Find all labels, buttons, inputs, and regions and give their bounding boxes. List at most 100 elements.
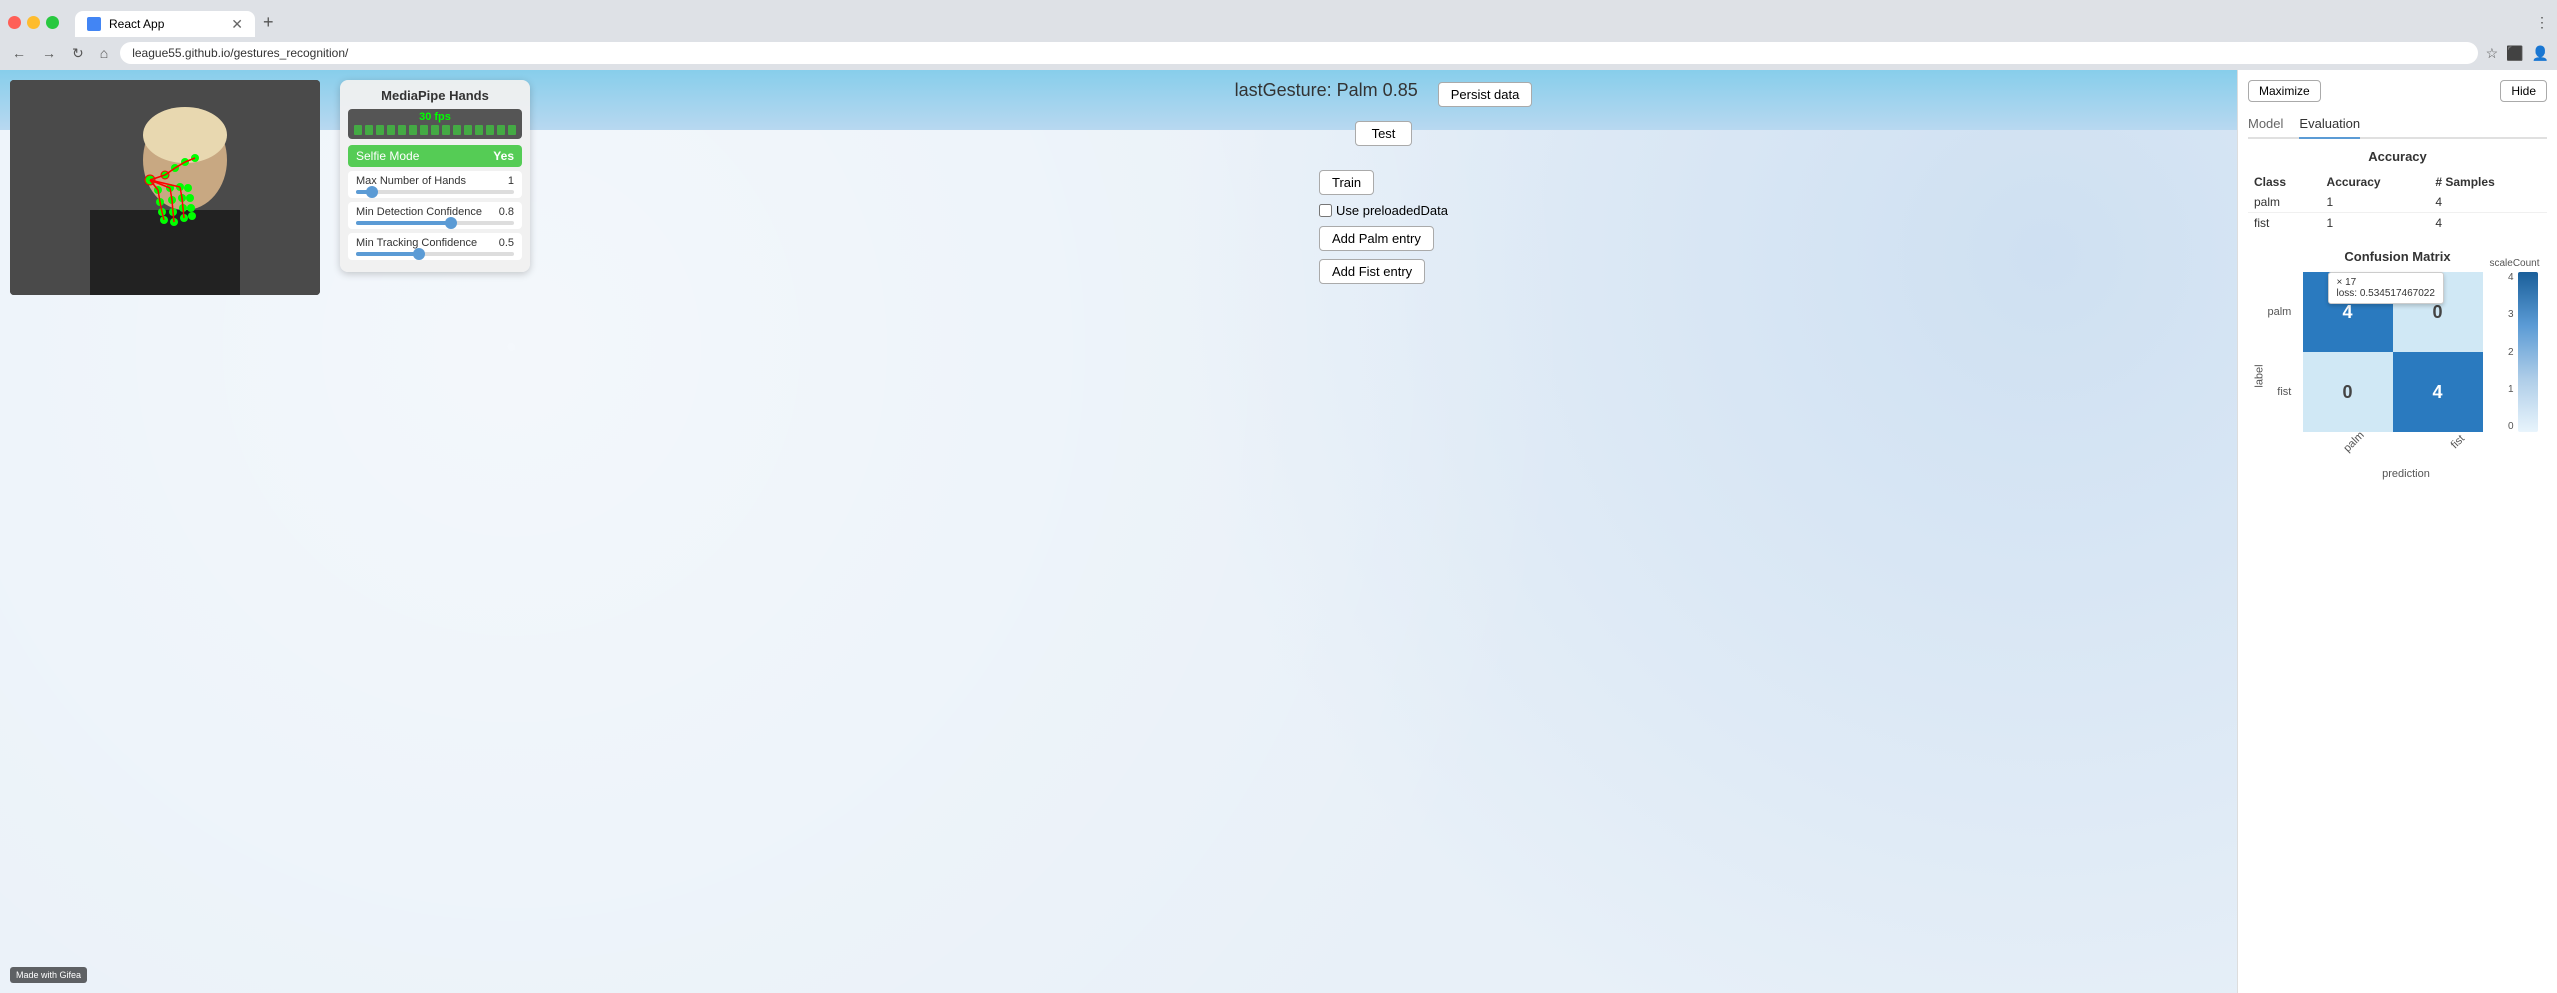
tracking-confidence-slider-track[interactable] (356, 252, 514, 256)
confusion-matrix-wrapper: 4 3 2 1 0 scaleCount label palm fist (2258, 272, 2538, 480)
y-labels: palm fist (2268, 272, 2292, 432)
home-button[interactable]: ⌂ (96, 43, 112, 63)
minimize-window-button[interactable] (27, 16, 40, 29)
fps-tick (464, 125, 472, 135)
use-preloaded-label[interactable]: Use preloadedData (1319, 203, 1448, 218)
tooltip-loss: loss: 0.534517467022 (2337, 288, 2435, 299)
scale-title: scaleCount (2489, 258, 2539, 269)
accuracy-title: Accuracy (2248, 149, 2547, 164)
y-axis-title: label (2253, 364, 2265, 387)
col-accuracy: Accuracy (2321, 172, 2430, 192)
maximize-window-button[interactable] (46, 16, 59, 29)
detection-confidence-slider-fill (356, 221, 451, 225)
add-palm-entry-button[interactable]: Add Palm entry (1319, 226, 1434, 251)
right-panel-header: Maximize Hide (2248, 80, 2547, 102)
accuracy-palm: 1 (2321, 192, 2430, 213)
fps-tick (508, 125, 516, 135)
fps-tick (376, 125, 384, 135)
fps-display: 30 fps (348, 109, 522, 139)
confusion-matrix-grid: × 17 loss: 0.534517467022 4 0 (2303, 272, 2510, 432)
scale-label-4: 4 (2508, 272, 2514, 283)
detection-confidence-value: 0.8 (499, 206, 514, 218)
tracking-confidence-label: Min Tracking Confidence (356, 237, 477, 249)
gifea-badge: Made with Gifea (10, 967, 87, 983)
selfie-mode-row: Selfie Mode Yes (348, 145, 522, 167)
extensions-button[interactable]: ⬛ (2506, 45, 2523, 62)
tracking-confidence-value: 0.5 (499, 237, 514, 249)
fps-tick (475, 125, 483, 135)
close-window-button[interactable] (8, 16, 21, 29)
right-panel: Maximize Hide Model Evaluation Accuracy … (2237, 70, 2557, 993)
mediapipe-title: MediaPipe Hands (348, 88, 522, 103)
x-axis-title: prediction (2303, 468, 2510, 480)
detection-confidence-slider-row: Min Detection Confidence 0.8 (348, 202, 522, 229)
max-hands-slider-thumb[interactable] (366, 186, 378, 198)
col-class: Class (2248, 172, 2321, 192)
table-row: palm 1 4 (2248, 192, 2547, 213)
class-palm: palm (2248, 192, 2321, 213)
refresh-button[interactable]: ↻ (68, 43, 88, 64)
tracking-confidence-slider-fill (356, 252, 419, 256)
slider-row-top: Max Number of Hands 1 (356, 175, 514, 187)
tab-favicon (87, 17, 101, 31)
train-button[interactable]: Train (1319, 170, 1374, 195)
back-button[interactable]: ← (8, 43, 30, 63)
use-preloaded-checkbox[interactable] (1319, 204, 1332, 217)
scale-bar (2518, 272, 2538, 432)
fps-tick (453, 125, 461, 135)
test-button[interactable]: Test (1355, 121, 1413, 146)
tab-bar: React App ✕ + (75, 8, 282, 37)
fps-tick (398, 125, 406, 135)
profile-button[interactable]: 👤 (2532, 45, 2549, 62)
max-hands-slider-row: Max Number of Hands 1 (348, 171, 522, 198)
y-label-palm: palm (2268, 306, 2292, 318)
tab-evaluation[interactable]: Evaluation (2299, 112, 2360, 139)
panel-tabs: Model Evaluation (2248, 112, 2547, 139)
camera-panel: Made with Gifea (0, 70, 330, 993)
page-inner: Made with Gifea MediaPipe Hands 30 fps (0, 70, 2557, 993)
fps-ticks (352, 123, 518, 137)
address-bar[interactable] (120, 42, 2477, 64)
browser-address-bar: ← → ↻ ⌂ ☆ ⬛ 👤 (0, 38, 2557, 70)
fps-tick (409, 125, 417, 135)
maximize-button[interactable]: Maximize (2248, 80, 2321, 102)
fps-tick (442, 125, 450, 135)
selfie-label: Selfie Mode (356, 149, 419, 163)
table-row: fist 1 4 (2248, 213, 2547, 234)
accuracy-fist: 1 (2321, 213, 2430, 234)
browser-top-bar: React App ✕ + ⋮ (0, 0, 2557, 38)
bookmark-button[interactable]: ☆ (2486, 45, 2499, 62)
browser-menu-button[interactable]: ⋮ (2535, 14, 2549, 31)
hide-button[interactable]: Hide (2500, 80, 2547, 102)
samples-fist: 4 (2429, 213, 2547, 234)
tooltip: × 17 loss: 0.534517467022 (2328, 272, 2444, 304)
max-hands-slider-track[interactable] (356, 190, 514, 194)
scale-label-1: 1 (2508, 384, 2514, 395)
fps-tick (354, 125, 362, 135)
persist-data-button[interactable]: Persist data (1438, 82, 1533, 107)
last-gesture-label: lastGesture: Palm 0.85 (1235, 80, 1418, 101)
camera-placeholder (10, 80, 320, 295)
detection-confidence-slider-thumb[interactable] (445, 217, 457, 229)
samples-palm: 4 (2429, 192, 2547, 213)
mediapipe-panel: MediaPipe Hands 30 fps (340, 80, 530, 272)
slider-row-top-2: Min Detection Confidence 0.8 (356, 206, 514, 218)
browser-tab-active[interactable]: React App ✕ (75, 11, 255, 37)
forward-button[interactable]: → (38, 43, 60, 63)
col-samples: # Samples (2429, 172, 2547, 192)
tracking-confidence-slider-thumb[interactable] (413, 248, 425, 260)
add-fist-entry-button[interactable]: Add Fist entry (1319, 259, 1425, 284)
window-controls (8, 16, 59, 29)
tab-model[interactable]: Model (2248, 112, 2283, 139)
browser-right-actions: ⋮ (2535, 14, 2549, 31)
browser-chrome: React App ✕ + ⋮ ← → ↻ ⌂ ☆ ⬛ 👤 (0, 0, 2557, 70)
tab-title: React App (109, 17, 164, 31)
slider-row-top-3: Min Tracking Confidence 0.5 (356, 237, 514, 249)
tab-close-button[interactable]: ✕ (231, 17, 243, 31)
scale-label-2: 2 (2508, 347, 2514, 358)
fps-tick (431, 125, 439, 135)
new-tab-button[interactable]: + (255, 8, 282, 37)
detection-confidence-slider-track[interactable] (356, 221, 514, 225)
accuracy-table: Class Accuracy # Samples palm 1 4 fist (2248, 172, 2547, 233)
selfie-value: Yes (493, 149, 514, 163)
